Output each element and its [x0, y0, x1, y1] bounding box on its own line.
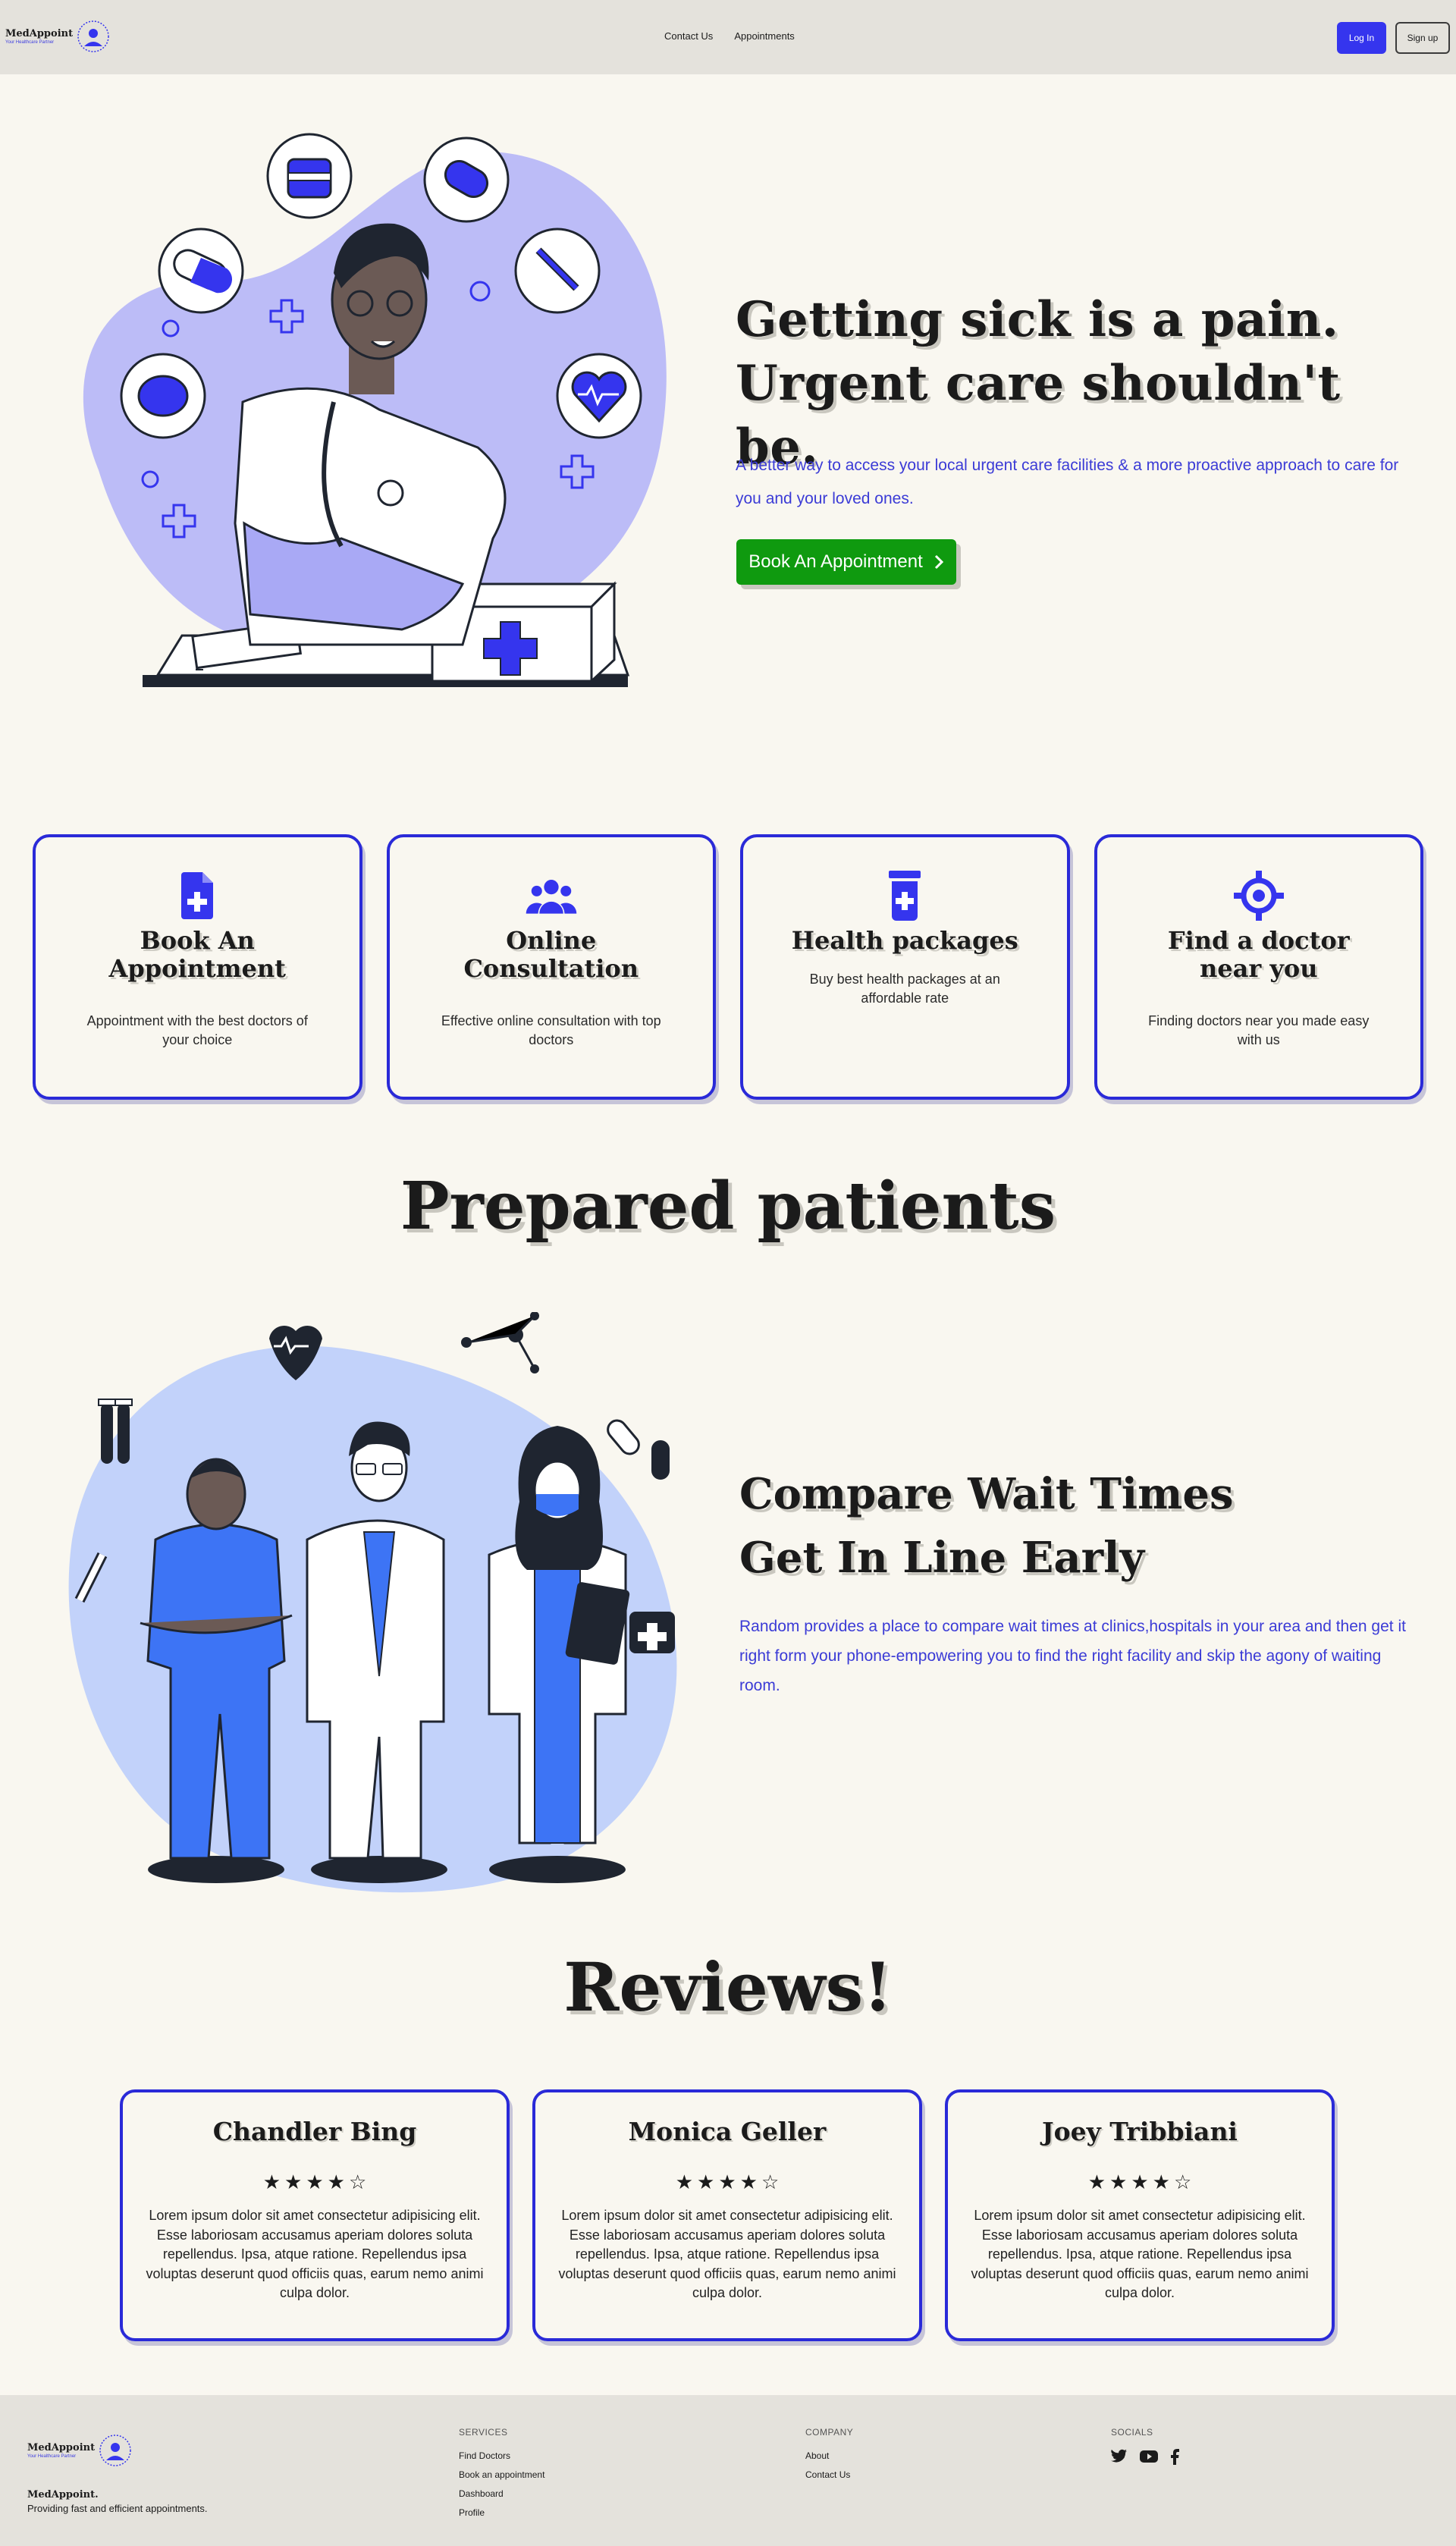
- hero-title-line1: Getting sick is a pain.: [736, 291, 1339, 348]
- rating-stars: ★ ★ ★ ★ ☆: [263, 2171, 367, 2194]
- doctor-badge-icon: [77, 20, 109, 52]
- review-text: Lorem ipsum dolor sit amet consectetur a…: [558, 2208, 896, 2300]
- prepared-heading: Prepared patients: [400, 1168, 1056, 1245]
- star-icon: ★: [697, 2171, 715, 2193]
- footer-brand: MedAppoint. Providing fast and efficient…: [27, 2488, 208, 2516]
- signup-button[interactable]: Sign up: [1395, 22, 1450, 54]
- star-icon: ★: [262, 2171, 281, 2193]
- prescription-bottle-icon: [889, 871, 921, 921]
- footer-services: SERVICES Find Doctors Book an appointmen…: [459, 2423, 544, 2522]
- footer-link-dashboard[interactable]: Dashboard: [459, 2485, 544, 2504]
- star-icon: ★: [1087, 2171, 1106, 2193]
- footer-brand-desc: Providing fast and efficient appointment…: [27, 2503, 208, 2514]
- review-text: Lorem ipsum dolor sit amet consectetur a…: [146, 2208, 484, 2300]
- feature-desc: Appointment with the best doctors of you…: [86, 1013, 308, 1047]
- star-icon: ★: [1152, 2171, 1170, 2193]
- star-icon: ★: [306, 2171, 324, 2193]
- rating-stars: ★ ★ ★ ★ ☆: [1088, 2171, 1192, 2194]
- star-icon: ★: [675, 2171, 694, 2193]
- star-half-icon: ☆: [1173, 2171, 1192, 2193]
- feature-desc: Effective online consultation with top d…: [441, 1013, 661, 1047]
- reviewer-name: Joey Tribbiani: [1042, 2117, 1238, 2146]
- doctor-hero-illustration: [83, 133, 667, 687]
- rating-stars: ★ ★ ★ ★ ☆: [676, 2171, 780, 2194]
- star-icon: ★: [1131, 2171, 1149, 2193]
- feature-title: Find a doctor near you: [1167, 926, 1350, 983]
- footer-socials: SOCIALS: [1111, 2423, 1179, 2465]
- prepared-description: Random provides a place to compare wait …: [739, 1618, 1406, 1694]
- footer-link-book[interactable]: Book an appointment: [459, 2466, 544, 2485]
- footer-brand-name: MedAppoint.: [27, 2489, 99, 2500]
- footer-socials-heading: SOCIALS: [1111, 2427, 1153, 2438]
- users-icon: [526, 880, 577, 914]
- footer-company: COMPANY About Contact Us: [805, 2423, 853, 2485]
- prepared-title-line1: Compare Wait Times: [739, 1469, 1234, 1519]
- reviews-heading: Reviews!: [563, 1948, 893, 2026]
- feature-desc: Finding doctors near you made easy with …: [1148, 1013, 1370, 1047]
- review-card: Monica Geller ★ ★ ★ ★ ☆ Lorem ipsum dolor si…: [532, 2089, 922, 2341]
- login-button[interactable]: Log In: [1337, 22, 1386, 54]
- brand-tagline: Your Healthcare Partner: [5, 39, 55, 45]
- facebook-icon[interactable]: [1170, 2448, 1179, 2465]
- crosshair-icon: [1233, 871, 1284, 921]
- feature-card-consultation[interactable]: Online Consultation Effective online con…: [386, 834, 716, 1100]
- review-text: Lorem ipsum dolor sit amet consectetur a…: [971, 2208, 1309, 2300]
- footer-link-contact[interactable]: Contact Us: [805, 2466, 853, 2485]
- brand-logo[interactable]: MedAppoint Your Healthcare Partner: [5, 19, 111, 54]
- doctor-badge-icon: [99, 2435, 131, 2466]
- feature-cards: Book An Appointment Appointment with the…: [33, 834, 1423, 1100]
- star-half-icon: ☆: [348, 2171, 367, 2193]
- star-icon: ★: [284, 2171, 303, 2193]
- feature-title: Online Consultation: [463, 926, 639, 983]
- feature-card-packages[interactable]: Health packages Buy best health packages…: [740, 834, 1070, 1100]
- footer-logo-name: MedAppoint: [27, 2441, 96, 2453]
- nav-link-contact[interactable]: Contact Us: [664, 30, 713, 42]
- star-icon: ★: [718, 2171, 736, 2193]
- reviewer-name: Monica Geller: [628, 2117, 827, 2146]
- book-appointment-button[interactable]: Book An Appointment: [736, 539, 956, 585]
- review-card: Joey Tribbiani ★ ★ ★ ★ ☆ Lorem ipsum dolor s…: [945, 2089, 1335, 2341]
- footer-link-profile[interactable]: Profile: [459, 2504, 544, 2522]
- feature-desc: Buy best health packages at an affordabl…: [809, 972, 1000, 1006]
- book-appointment-label: Book An Appointment: [748, 551, 923, 572]
- star-icon: ★: [327, 2171, 345, 2193]
- brand-name: MedAppoint: [5, 27, 74, 39]
- review-card: Chandler Bing ★ ★ ★ ★ ☆ Lorem ipsum dolor si…: [120, 2089, 510, 2341]
- feature-title: Health packages: [791, 926, 1018, 955]
- footer-link-about[interactable]: About: [805, 2447, 853, 2466]
- youtube-icon[interactable]: [1140, 2450, 1158, 2463]
- hero-description: A better way to access your local urgent…: [736, 457, 1399, 507]
- footer-company-heading: COMPANY: [805, 2427, 854, 2438]
- footer-services-heading: SERVICES: [459, 2427, 508, 2438]
- footer-logo-tagline: Your Healthcare Partner: [27, 2453, 77, 2459]
- top-navbar: MedAppoint Your Healthcare Partner Conta…: [0, 0, 1456, 74]
- star-icon: ★: [739, 2171, 758, 2193]
- feature-title: Book An Appointment: [108, 926, 286, 983]
- footer-link-find-doctors[interactable]: Find Doctors: [459, 2447, 544, 2466]
- chevron-right-icon: [934, 554, 943, 570]
- feature-card-book[interactable]: Book An Appointment Appointment with the…: [33, 834, 362, 1100]
- reviewer-name: Chandler Bing: [212, 2117, 417, 2146]
- prepared-title-line2: Get In Line Early: [739, 1533, 1144, 1583]
- feature-card-find-doctor[interactable]: Find a doctor near you Finding doctors n…: [1094, 834, 1423, 1100]
- prepared-title: Compare Wait Times Get In Line Early: [739, 1462, 1422, 1590]
- footer-logo[interactable]: MedAppoint Your Healthcare Partner: [27, 2433, 133, 2468]
- star-half-icon: ☆: [761, 2171, 780, 2193]
- nav-link-appointments[interactable]: Appointments: [734, 30, 795, 42]
- star-icon: ★: [1109, 2171, 1128, 2193]
- footer: [0, 2395, 1456, 2546]
- file-plus-icon: [181, 872, 214, 919]
- medical-team-illustration: [68, 1312, 677, 1893]
- twitter-icon[interactable]: [1111, 2449, 1128, 2464]
- reviews-list: Chandler Bing ★ ★ ★ ★ ☆ Lorem ipsum dolor si…: [120, 2089, 1336, 2341]
